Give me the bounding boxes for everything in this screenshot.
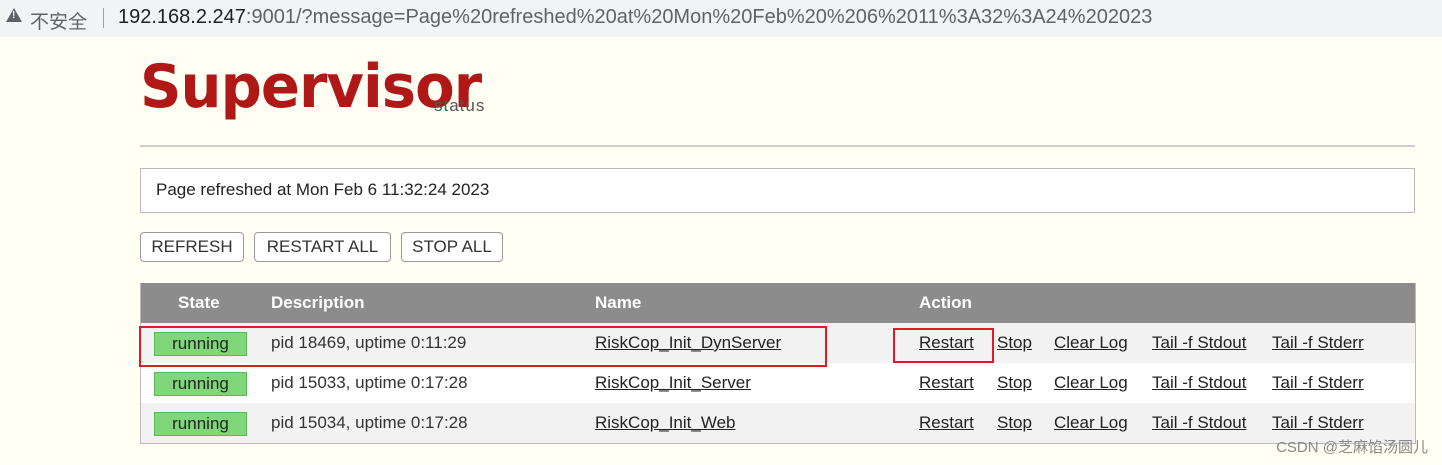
clear-log-link[interactable]: Clear Log xyxy=(1054,333,1128,353)
tail-stderr-link[interactable]: Tail -f Stderr xyxy=(1272,373,1364,393)
watermark: CSDN @芝麻馅汤圆儿 xyxy=(1276,439,1428,456)
address-separator xyxy=(103,8,104,28)
stop-link[interactable]: Stop xyxy=(997,333,1032,353)
restart-link[interactable]: Restart xyxy=(919,413,974,433)
table-row: running pid 15034, uptime 0:17:28 RiskCo… xyxy=(141,403,1415,443)
column-header-action: Action xyxy=(919,293,972,312)
state-badge: running xyxy=(154,412,247,436)
clear-log-link[interactable]: Clear Log xyxy=(1054,373,1128,393)
process-name-link[interactable]: RiskCop_Init_Web xyxy=(595,413,735,433)
logo-subtitle: status xyxy=(434,96,486,115)
highlight-box-restart xyxy=(893,328,994,363)
column-header-name: Name xyxy=(595,293,642,312)
process-description: pid 15033, uptime 0:17:28 xyxy=(271,373,468,392)
tail-stdout-link[interactable]: Tail -f Stdout xyxy=(1152,413,1247,433)
refresh-button[interactable]: REFRESH xyxy=(140,232,244,262)
tail-stdout-link[interactable]: Tail -f Stdout xyxy=(1152,333,1247,353)
browser-address-bar[interactable]: 不安全 192.168.2.247:9001/?message=Page%20r… xyxy=(0,0,1442,37)
column-header-description: Description xyxy=(271,293,365,312)
tail-stdout-link[interactable]: Tail -f Stdout xyxy=(1152,373,1247,393)
warning-icon[interactable] xyxy=(6,8,22,22)
message-box: Page refreshed at Mon Feb 6 11:32:24 202… xyxy=(140,168,1415,213)
stop-all-button[interactable]: STOP ALL xyxy=(401,232,503,262)
process-name-link[interactable]: RiskCop_Init_Server xyxy=(595,373,751,393)
tail-stderr-link[interactable]: Tail -f Stderr xyxy=(1272,413,1364,433)
security-label[interactable]: 不安全 xyxy=(30,7,87,34)
state-badge: running xyxy=(154,372,247,396)
stop-link[interactable]: Stop xyxy=(997,373,1032,393)
column-header-state: State xyxy=(178,293,220,312)
url-text[interactable]: 192.168.2.247:9001/?message=Page%20refre… xyxy=(118,6,1152,29)
restart-all-button[interactable]: RESTART ALL xyxy=(254,232,391,262)
supervisor-logo: Supervisor xyxy=(140,52,482,122)
table-row: running pid 15033, uptime 0:17:28 RiskCo… xyxy=(141,363,1415,403)
clear-log-link[interactable]: Clear Log xyxy=(1054,413,1128,433)
header-divider xyxy=(140,145,1415,147)
process-description: pid 15034, uptime 0:17:28 xyxy=(271,413,468,432)
tail-stderr-link[interactable]: Tail -f Stderr xyxy=(1272,333,1364,353)
highlight-box-process xyxy=(139,326,827,367)
url-host: 192.168.2.247 xyxy=(118,6,246,28)
table-header: State Description Name Action xyxy=(141,283,1415,323)
message-text: Page refreshed at Mon Feb 6 11:32:24 202… xyxy=(156,180,490,199)
url-rest: :9001/?message=Page%20refreshed%20at%20M… xyxy=(245,6,1153,28)
stop-link[interactable]: Stop xyxy=(997,413,1032,433)
restart-link[interactable]: Restart xyxy=(919,373,974,393)
